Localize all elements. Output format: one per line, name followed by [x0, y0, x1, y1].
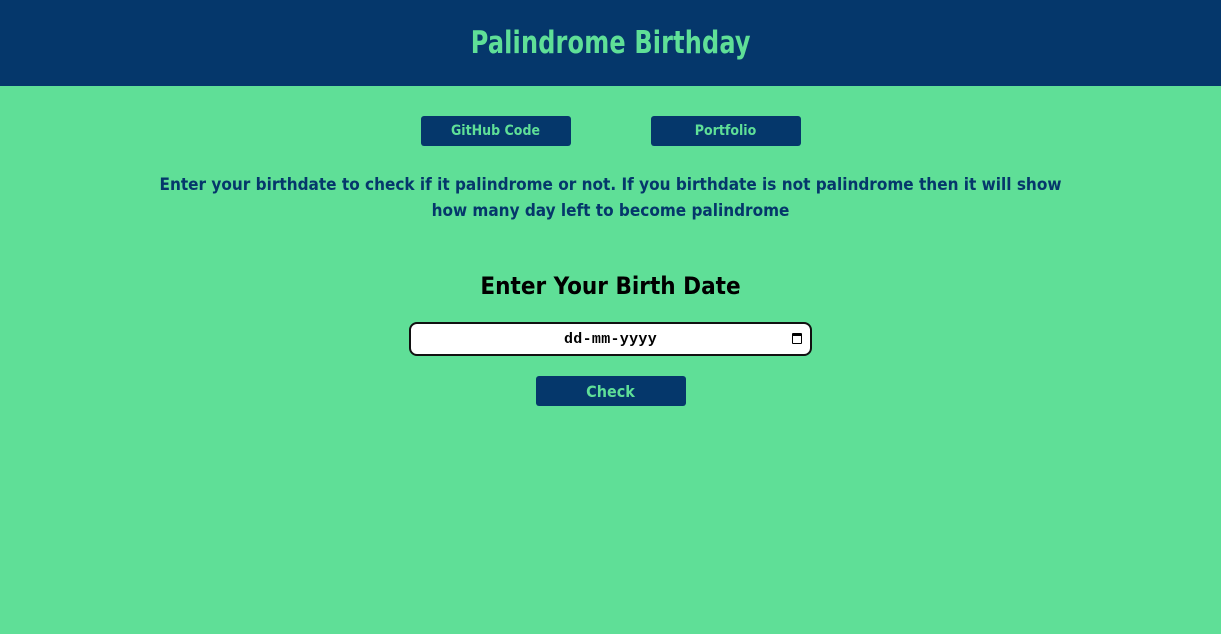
form-title: Enter Your Birth Date: [480, 272, 741, 300]
github-code-button[interactable]: GitHub Code: [420, 116, 571, 146]
birthdate-input[interactable]: dd-mm-yyyy: [409, 322, 812, 356]
check-button[interactable]: Check: [535, 376, 686, 406]
calendar-icon[interactable]: [792, 333, 802, 344]
description-text: Enter your birthdate to check if it pali…: [159, 175, 1062, 221]
portfolio-button[interactable]: Portfolio: [650, 116, 801, 146]
app-header: Palindrome Birthday: [0, 0, 1221, 86]
check-row: Check: [0, 376, 1221, 406]
app-title: Palindrome Birthday: [470, 25, 751, 61]
date-placeholder: dd-mm-yyyy: [563, 330, 657, 348]
link-row: GitHub Code Portfolio: [0, 116, 1221, 146]
